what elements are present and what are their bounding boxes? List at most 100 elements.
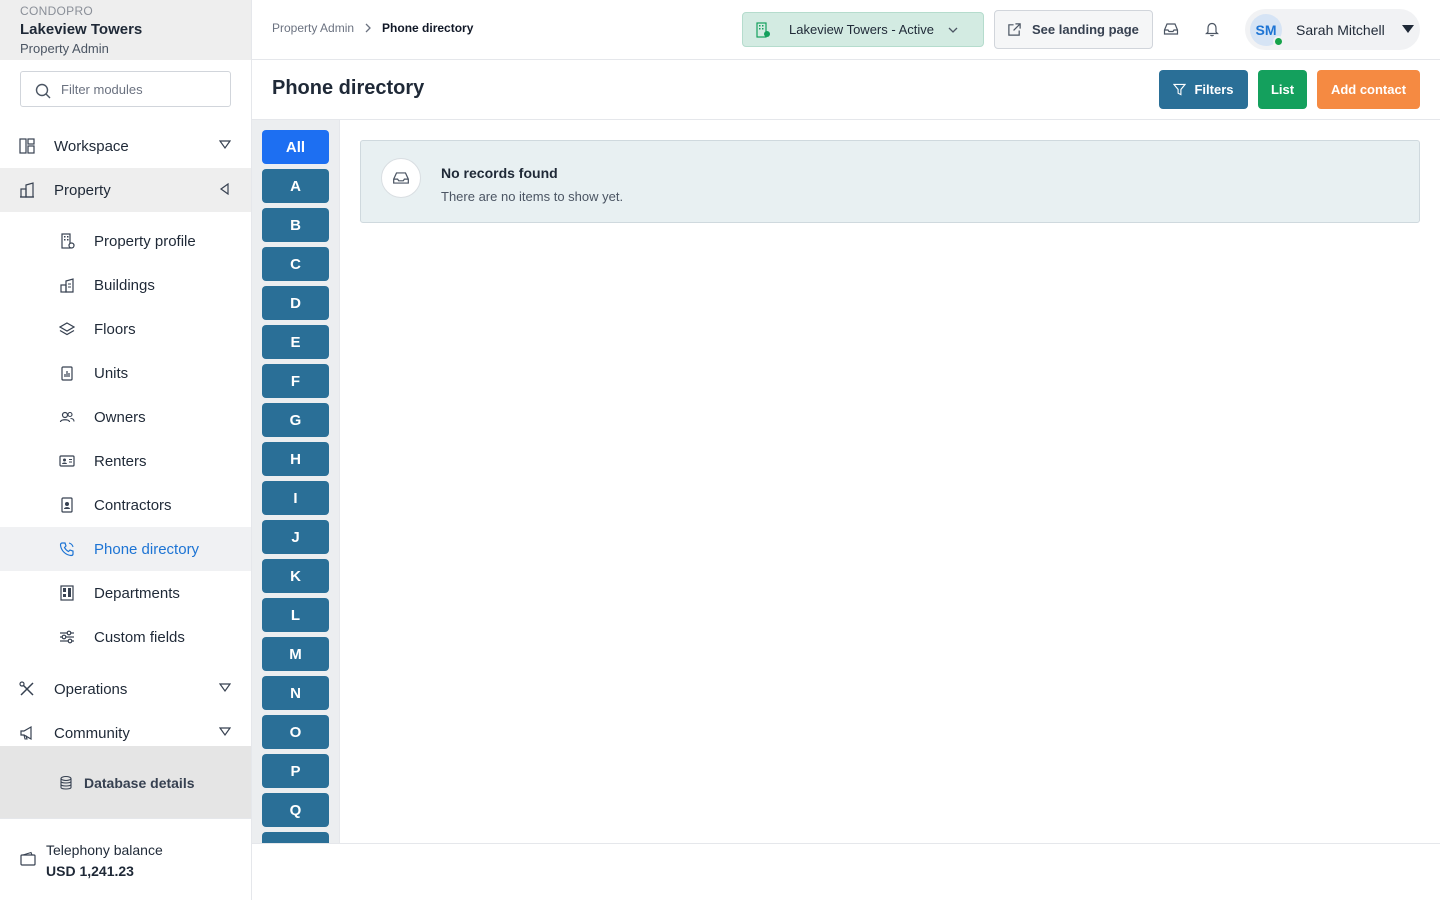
- user-menu[interactable]: SM Sarah Mitchell: [1245, 9, 1420, 50]
- sidebar-item-renters[interactable]: Renters: [0, 439, 251, 483]
- sidebar-item-label: Buildings: [94, 276, 155, 294]
- see-landing-page-label: See landing page: [1032, 22, 1139, 37]
- sidebar-item-units[interactable]: Units: [0, 351, 251, 395]
- filters-button[interactable]: Filters: [1159, 70, 1248, 109]
- breadcrumb: Property Admin Phone directory: [272, 21, 473, 35]
- sidebar-item-departments[interactable]: Departments: [0, 571, 251, 615]
- letter-filter-rail: All A B C D E F G H I J K L M N O P Q R: [252, 120, 340, 843]
- letter-q-button[interactable]: Q: [262, 793, 329, 827]
- letter-p-button[interactable]: P: [262, 754, 329, 788]
- breadcrumb-current: Phone directory: [382, 21, 474, 35]
- filter-icon: [1173, 83, 1187, 96]
- empty-state-subtitle: There are no items to show yet.: [441, 189, 624, 204]
- letter-g-button[interactable]: G: [262, 403, 329, 437]
- sidebar-item-floors[interactable]: Floors: [0, 307, 251, 351]
- telephony-balance: Telephony balance USD 1,241.23: [0, 818, 251, 900]
- megaphone-icon: [18, 724, 36, 742]
- departments-icon: [58, 584, 76, 602]
- sidebar-item-owners[interactable]: Owners: [0, 395, 251, 439]
- sidebar-item-custom-fields[interactable]: Custom fields: [0, 615, 251, 659]
- letter-m-button[interactable]: M: [262, 637, 329, 671]
- letter-l-button[interactable]: L: [262, 598, 329, 632]
- letter-e-button[interactable]: E: [262, 325, 329, 359]
- letter-f-button[interactable]: F: [262, 364, 329, 398]
- sidebar-item-label: Owners: [94, 408, 146, 426]
- empty-inbox-icon: [381, 158, 421, 198]
- organization-name[interactable]: Lakeview Towers: [20, 20, 231, 40]
- letter-n-button[interactable]: N: [262, 676, 329, 710]
- buildings-icon: [18, 181, 36, 199]
- sidebar-item-contractors[interactable]: Contractors: [0, 483, 251, 527]
- sidebar-item-phone-directory[interactable]: Phone directory: [0, 527, 251, 571]
- property-selector[interactable]: Lakeview Towers - Active: [742, 12, 984, 47]
- sliders-icon: [58, 628, 76, 646]
- letter-b-button[interactable]: B: [262, 208, 329, 242]
- nav-group-workspace[interactable]: Workspace: [0, 124, 251, 168]
- breadcrumb-parent[interactable]: Property Admin: [272, 21, 354, 35]
- layers-icon: [58, 320, 76, 338]
- nav-group-operations[interactable]: Operations: [0, 667, 251, 711]
- empty-state-title: No records found: [441, 165, 558, 181]
- top-bar: Property Admin Phone directory Lakeview …: [252, 0, 1440, 60]
- external-link-icon: [1008, 23, 1021, 36]
- sidebar-item-label: Departments: [94, 584, 180, 602]
- database-area: Database details: [0, 746, 251, 818]
- sidebar-item-label: Property profile: [94, 232, 196, 250]
- sidebar: CONDOPRO Lakeview Towers Property Admin …: [0, 0, 252, 900]
- id-card-icon: [58, 452, 76, 470]
- letter-all-button[interactable]: All: [262, 130, 329, 164]
- dashboard-icon: [18, 137, 36, 155]
- balance-label: Telephony balance: [46, 842, 163, 858]
- sidebar-item-label: Custom fields: [94, 628, 185, 646]
- tools-icon: [18, 680, 36, 698]
- phone-icon: [58, 540, 76, 558]
- see-landing-page-button[interactable]: See landing page: [994, 10, 1153, 49]
- wallet-icon: [20, 851, 36, 866]
- letter-c-button[interactable]: C: [262, 247, 329, 281]
- page-title: Phone directory: [272, 77, 425, 99]
- letter-o-button[interactable]: O: [262, 715, 329, 749]
- letter-i-button[interactable]: I: [262, 481, 329, 515]
- page-header: Phone directory Filters List Add contact: [252, 60, 1440, 120]
- database-details-button[interactable]: Database details: [58, 775, 195, 791]
- sidebar-item-label: Renters: [94, 452, 147, 470]
- letter-d-button[interactable]: D: [262, 286, 329, 320]
- unit-icon: [58, 364, 76, 382]
- database-details-label: Database details: [84, 775, 195, 791]
- building-profile-icon: [58, 232, 76, 250]
- list-button[interactable]: List: [1258, 70, 1307, 109]
- filters-label: Filters: [1194, 82, 1234, 97]
- users-icon: [58, 408, 76, 426]
- letter-h-button[interactable]: H: [262, 442, 329, 476]
- chevron-down-icon: [948, 27, 958, 33]
- nav-group-property[interactable]: Property: [0, 168, 251, 212]
- filter-modules-input[interactable]: [61, 72, 226, 106]
- user-name: Sarah Mitchell: [1296, 21, 1385, 38]
- online-status-dot: [1273, 35, 1284, 47]
- avatar-initials: SM: [1255, 21, 1277, 38]
- footer-bar: [252, 843, 1440, 900]
- empty-state: No records found There are no items to s…: [360, 140, 1420, 223]
- letter-a-button[interactable]: A: [262, 169, 329, 203]
- add-contact-button[interactable]: Add contact: [1317, 70, 1420, 109]
- brand-header: CONDOPRO Lakeview Towers Property Admin: [0, 0, 251, 60]
- sidebar-item-property-profile[interactable]: Property profile: [0, 219, 251, 263]
- user-role: Property Admin: [20, 41, 109, 56]
- letter-j-button[interactable]: J: [262, 520, 329, 554]
- letter-k-button[interactable]: K: [262, 559, 329, 593]
- sidebar-item-label: Units: [94, 364, 129, 382]
- sidebar-item-label: Phone directory: [94, 540, 200, 558]
- filter-modules-field[interactable]: [20, 71, 231, 107]
- caret-down-icon: [1402, 25, 1414, 33]
- badge-icon: [58, 496, 76, 514]
- caret-down-icon: [219, 683, 231, 693]
- app-name: CONDOPRO: [20, 4, 94, 18]
- inbox-icon[interactable]: [1162, 20, 1180, 38]
- avatar: SM: [1250, 13, 1284, 47]
- nav-group-label: Workspace: [54, 137, 129, 155]
- bell-icon[interactable]: [1203, 20, 1221, 38]
- chevron-right-icon: [365, 23, 371, 33]
- letter-r-button[interactable]: R: [262, 832, 329, 843]
- sidebar-item-buildings[interactable]: Buildings: [0, 263, 251, 307]
- caret-down-icon: [219, 140, 231, 150]
